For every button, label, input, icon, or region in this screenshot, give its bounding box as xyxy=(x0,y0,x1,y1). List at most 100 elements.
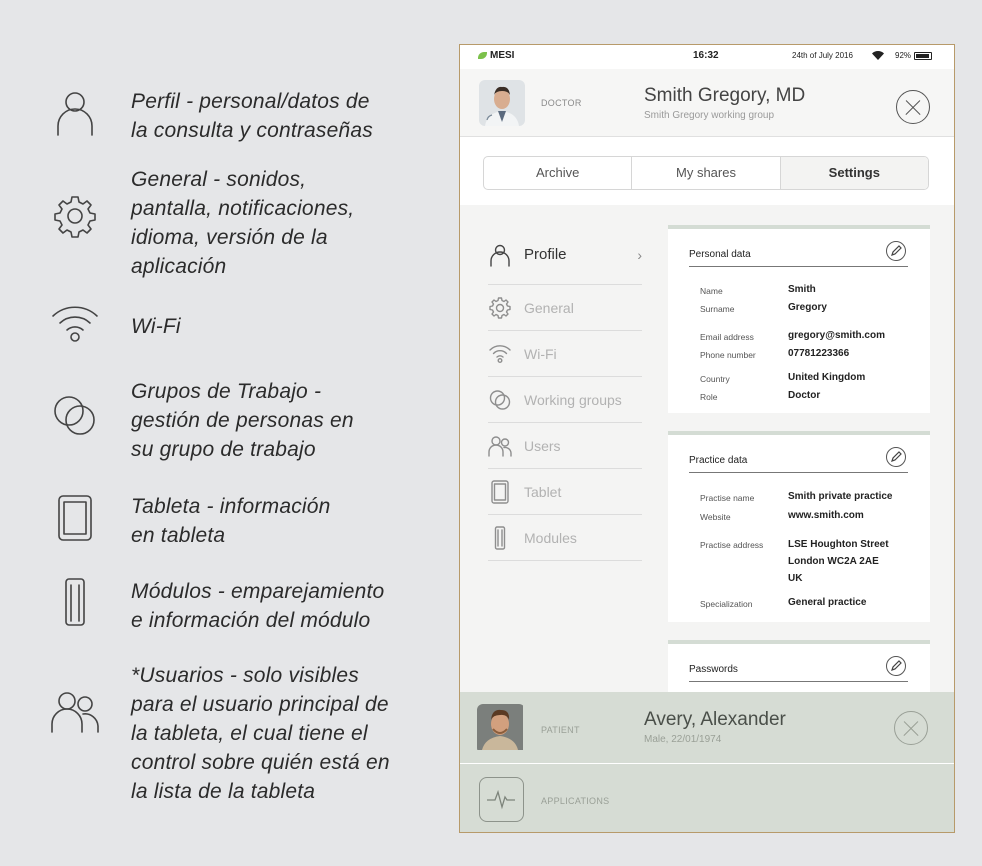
patient-name: Avery, Alexander xyxy=(644,709,786,730)
applications-bar[interactable]: APPLICATIONS xyxy=(460,764,954,832)
pencil-icon xyxy=(891,660,902,671)
legend-text: Perfil - personal/datos de la consulta y… xyxy=(131,90,373,142)
doctor-avatar[interactable] xyxy=(479,80,525,126)
field-label: Practise name xyxy=(700,493,755,503)
wifi-icon xyxy=(50,300,100,350)
card-title: Passwords xyxy=(689,664,738,675)
card-header: Practice data xyxy=(689,447,908,473)
battery-percent: 92% xyxy=(895,51,912,60)
brand: MESI xyxy=(478,50,514,61)
pencil-icon xyxy=(891,245,902,256)
field-label: Role xyxy=(700,392,718,402)
settings-menu: Profile › General Wi-Fi Working groups U… xyxy=(488,225,642,561)
user-icon xyxy=(50,88,100,138)
chevron-right-icon: › xyxy=(637,246,642,263)
close-doctor-button[interactable] xyxy=(896,90,930,124)
card-title: Personal data xyxy=(689,249,751,260)
field-label: Surname xyxy=(700,304,735,314)
menu-item-general[interactable]: General xyxy=(488,285,642,331)
field-value: Smith xyxy=(788,284,816,295)
pencil-icon xyxy=(891,451,902,462)
menu-label: Modules xyxy=(524,529,577,546)
field-value: United Kingdom xyxy=(788,372,866,383)
legend-text: *Usuarios - solo visibles para el usuari… xyxy=(131,664,390,803)
user-icon xyxy=(488,243,512,267)
field-label: Specialization xyxy=(700,599,753,609)
wifi-icon xyxy=(488,342,512,366)
battery-status: 92% xyxy=(895,51,933,60)
tablet-icon xyxy=(488,479,512,504)
module-icon xyxy=(50,577,100,627)
patient-info: Male, 22/01/1974 xyxy=(644,734,722,745)
legend-text: Wi-Fi xyxy=(131,315,181,338)
field-value: Doctor xyxy=(788,390,821,401)
menu-label: Working groups xyxy=(524,391,622,408)
tablet-screen: MESI 16:32 24th of July 2016 92% DOCTOR … xyxy=(459,44,955,833)
tab-my-shares[interactable]: My shares xyxy=(632,157,781,189)
tab-archive[interactable]: Archive xyxy=(484,157,633,189)
field-value: Smith private practice xyxy=(788,491,893,502)
passwords-card: Passwords xyxy=(668,640,930,700)
practice-data-card: Practice data Practise name Smith privat… xyxy=(668,431,930,622)
menu-label: Tablet xyxy=(524,483,562,500)
status-time: 16:32 xyxy=(693,50,719,61)
working-groups-icon xyxy=(50,391,100,441)
leaf-icon xyxy=(478,52,487,59)
menu-item-wifi[interactable]: Wi-Fi xyxy=(488,331,642,377)
field-value: Gregory xyxy=(788,302,827,313)
working-groups-icon xyxy=(488,388,512,412)
legend-text: Grupos de Trabajo - gestión de personas … xyxy=(131,380,354,461)
doctor-name: Smith Gregory, MD xyxy=(644,85,806,106)
applications-label: APPLICATIONS xyxy=(541,796,610,806)
heartbeat-icon[interactable] xyxy=(479,777,524,822)
tab-settings[interactable]: Settings xyxy=(780,157,928,189)
users-icon xyxy=(488,434,512,458)
field-label: Country xyxy=(700,374,730,384)
edit-practice-button[interactable] xyxy=(886,447,906,467)
card-header: Passwords xyxy=(689,656,908,682)
field-label: Name xyxy=(700,286,723,296)
field-value: 07781223366 xyxy=(788,348,850,359)
gear-icon xyxy=(50,191,100,241)
menu-item-tablet[interactable]: Tablet xyxy=(488,469,642,515)
menu-label: General xyxy=(524,299,574,316)
card-title: Practice data xyxy=(689,455,748,466)
patient-role-label: PATIENT xyxy=(541,725,580,735)
patient-avatar[interactable] xyxy=(477,704,525,754)
menu-item-profile[interactable]: Profile › xyxy=(488,225,642,285)
menu-item-modules[interactable]: Modules xyxy=(488,515,642,561)
close-patient-button[interactable] xyxy=(894,711,928,745)
gear-icon xyxy=(488,296,512,320)
menu-item-working-groups[interactable]: Working groups xyxy=(488,377,642,423)
wifi-icon xyxy=(872,50,884,62)
main-tabs: Archive My shares Settings xyxy=(483,156,929,190)
legend-text: Tableta - información en tableta xyxy=(131,495,331,547)
status-date: 24th of July 2016 xyxy=(792,51,853,60)
menu-label: Users xyxy=(524,437,561,454)
doctor-group: Smith Gregory working group xyxy=(644,110,775,121)
field-value: gregory@smith.com xyxy=(788,330,885,341)
menu-label: Wi-Fi xyxy=(524,345,557,362)
field-label: Website xyxy=(700,512,731,522)
patient-bar: PATIENT Avery, Alexander Male, 22/01/197… xyxy=(460,692,954,764)
field-value: LSE Houghton Street London WC2A 2AE UK xyxy=(788,539,889,584)
field-label: Email address xyxy=(700,332,754,342)
tablet-icon xyxy=(50,493,100,543)
brand-label: MESI xyxy=(490,50,515,61)
field-value: www.smith.com xyxy=(788,510,864,521)
doctor-header: DOCTOR Smith Gregory, MD Smith Gregory w… xyxy=(460,69,954,137)
field-value: General practice xyxy=(788,597,867,608)
field-label: Practise address xyxy=(700,540,764,550)
menu-item-users[interactable]: Users xyxy=(488,423,642,469)
status-bar: MESI 16:32 24th of July 2016 92% xyxy=(460,45,954,69)
users-icon xyxy=(50,687,100,737)
field-label: Phone number xyxy=(700,350,756,360)
card-header: Personal data xyxy=(689,241,908,267)
module-icon xyxy=(488,525,512,550)
legend-text: Módulos - emparejamiento e información d… xyxy=(131,580,385,632)
battery-icon xyxy=(914,51,933,60)
legend-text: General - sonidos, pantalla, notificacio… xyxy=(131,168,355,278)
edit-passwords-button[interactable] xyxy=(886,656,906,676)
settings-content: Profile › General Wi-Fi Working groups U… xyxy=(460,205,954,700)
edit-personal-button[interactable] xyxy=(886,241,906,261)
